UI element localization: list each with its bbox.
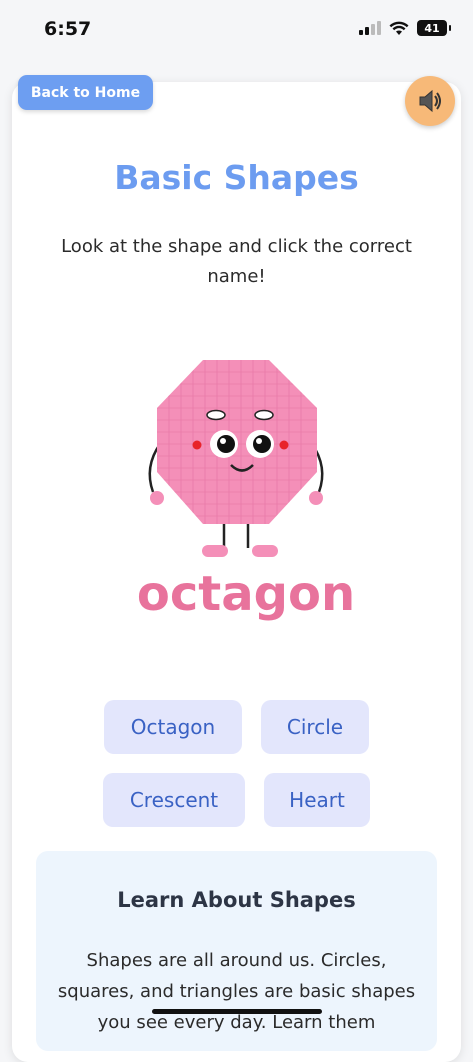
status-icons: 41 bbox=[359, 20, 451, 36]
illustration-caption: octagon bbox=[137, 566, 355, 622]
page-title: Basic Shapes bbox=[114, 158, 359, 197]
status-bar: 6:57 41 bbox=[0, 0, 473, 58]
answer-button-crescent[interactable]: Crescent bbox=[103, 773, 245, 827]
speaker-icon bbox=[419, 89, 441, 113]
status-time: 6:57 bbox=[44, 18, 92, 40]
home-indicator[interactable] bbox=[152, 1009, 322, 1014]
battery-level: 41 bbox=[424, 21, 440, 35]
cellular-signal-icon bbox=[359, 21, 381, 35]
back-to-home-button[interactable]: Back to Home bbox=[18, 75, 153, 110]
answer-button-heart[interactable]: Heart bbox=[264, 773, 370, 827]
octagon-character-illustration: octagon bbox=[137, 360, 355, 622]
learn-section-title: Learn About Shapes bbox=[117, 888, 356, 912]
answer-button-circle[interactable]: Circle bbox=[261, 700, 369, 754]
wifi-icon bbox=[389, 21, 409, 35]
answer-button-octagon[interactable]: Octagon bbox=[104, 700, 242, 754]
instructions-text: Look at the shape and click the correct … bbox=[61, 236, 412, 287]
battery-icon: 41 bbox=[417, 20, 451, 36]
learn-section-text: Shapes are all around us. Circles, squar… bbox=[57, 950, 416, 1033]
sound-button[interactable] bbox=[405, 76, 455, 126]
